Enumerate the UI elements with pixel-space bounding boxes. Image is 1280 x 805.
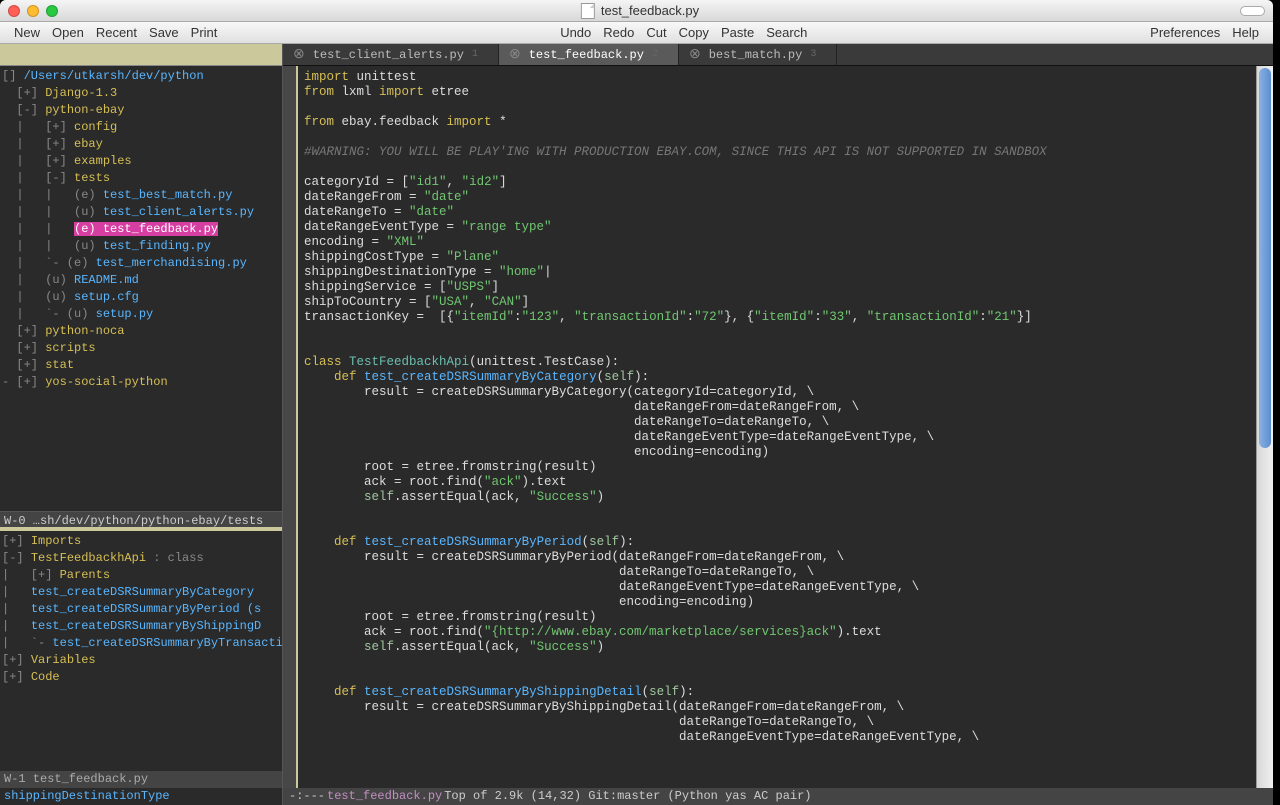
tab-label: best_match.py <box>709 48 803 62</box>
menu-print[interactable]: Print <box>185 25 224 40</box>
outline-modeline: W-1 test_feedback.py <box>0 771 282 788</box>
menu-preferences[interactable]: Preferences <box>1144 25 1226 40</box>
modeline-filename: test_feedback.py <box>327 788 442 805</box>
outline-panel[interactable]: [+] Imports[-] TestFeedbackhApi : class|… <box>0 531 282 771</box>
menu-redo[interactable]: Redo <box>597 25 640 40</box>
menu-paste[interactable]: Paste <box>715 25 760 40</box>
scrollbar-vertical[interactable] <box>1256 66 1273 788</box>
file-tree[interactable]: [] /Users/utkarsh/dev/python [+] Django-… <box>0 66 282 511</box>
tab-label: test_feedback.py <box>529 48 644 62</box>
tree-modeline: W-0 …sh/dev/python/python-ebay/tests <box>0 511 282 531</box>
menu-copy[interactable]: Copy <box>673 25 715 40</box>
menu-save[interactable]: Save <box>143 25 185 40</box>
menu-open[interactable]: Open <box>46 25 90 40</box>
close-icon[interactable]: ⊗ <box>689 46 701 63</box>
sidebar: [] /Users/utkarsh/dev/python [+] Django-… <box>0 44 283 805</box>
document-icon <box>581 3 595 19</box>
modeline-state: -:--- <box>289 788 325 805</box>
window-title: test_feedback.py <box>601 3 699 18</box>
tab-bar: ⊗test_client_alerts.py1⊗test_feedback.py… <box>283 44 1273 66</box>
echo-area: shippingDestinationType <box>0 788 282 805</box>
menubar: New Open Recent Save Print Undo Redo Cut… <box>0 22 1273 44</box>
menu-help[interactable]: Help <box>1226 25 1265 40</box>
editor-window: test_feedback.py New Open Recent Save Pr… <box>0 0 1273 805</box>
modeline-info: Top of 2.9k (14,32) Git:master (Python y… <box>444 788 811 805</box>
close-icon[interactable]: ⊗ <box>509 46 521 63</box>
close-icon[interactable]: ⊗ <box>293 46 305 63</box>
tab-best_match.py[interactable]: ⊗best_match.py3 <box>679 44 837 65</box>
menu-search[interactable]: Search <box>760 25 813 40</box>
tab-test_client_alerts.py[interactable]: ⊗test_client_alerts.py1 <box>283 44 499 65</box>
editor-gutter <box>283 66 298 788</box>
menu-recent[interactable]: Recent <box>90 25 143 40</box>
menu-undo[interactable]: Undo <box>554 25 597 40</box>
menu-new[interactable]: New <box>8 25 46 40</box>
code-editor[interactable]: import unittest from lxml import etree f… <box>298 66 1256 788</box>
traffic-lights <box>8 5 58 17</box>
zoom-icon[interactable] <box>46 5 58 17</box>
tab-label: test_client_alerts.py <box>313 48 464 62</box>
editor-modeline: -:--- test_feedback.py Top of 2.9k (14,3… <box>283 788 1273 805</box>
menu-cut[interactable]: Cut <box>640 25 672 40</box>
tab-test_feedback.py[interactable]: ⊗test_feedback.py2 <box>499 44 679 65</box>
minimize-icon[interactable] <box>27 5 39 17</box>
titlebar[interactable]: test_feedback.py <box>0 0 1273 22</box>
toolbar-pill-icon[interactable] <box>1240 6 1265 16</box>
close-icon[interactable] <box>8 5 20 17</box>
